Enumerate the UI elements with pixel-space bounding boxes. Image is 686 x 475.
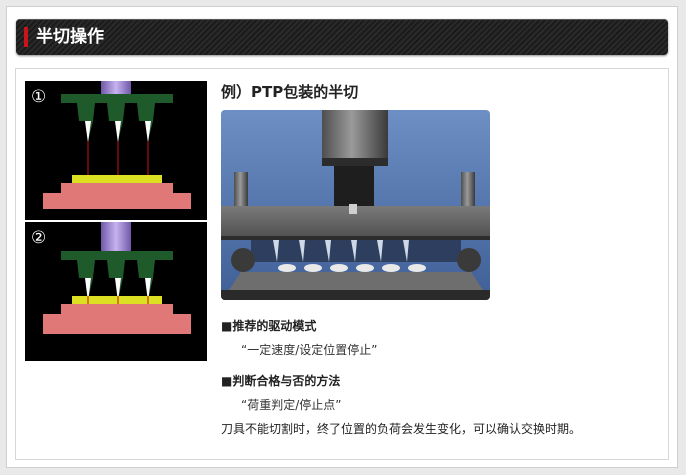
judgement-method-value: “荷重判定/停止点” bbox=[241, 398, 342, 412]
header-accent-bar bbox=[24, 27, 28, 47]
ptp-machine-photo bbox=[221, 110, 490, 300]
description-note: 刀具不能切割时，终了位置的负荷会发生变化，可以确认交换时期。 bbox=[221, 422, 582, 436]
section-header: 半切操作 bbox=[16, 19, 668, 55]
example-title: 例）PTP包装的半切 bbox=[221, 83, 359, 101]
section-title: 半切操作 bbox=[36, 27, 104, 47]
judgement-method-label: ■判断合格与否的方法 bbox=[221, 374, 341, 388]
diagram-step-1: ① bbox=[25, 81, 207, 220]
step-number-1: ① bbox=[31, 87, 46, 107]
step-number-2: ② bbox=[31, 228, 46, 248]
diagram-step-2: ② bbox=[25, 222, 207, 361]
cutting-illustration: ① ② bbox=[25, 81, 207, 361]
recommended-mode-label: ■推荐的驱动模式 bbox=[221, 319, 317, 333]
recommended-mode-value: “一定速度/设定位置停止” bbox=[241, 343, 378, 357]
